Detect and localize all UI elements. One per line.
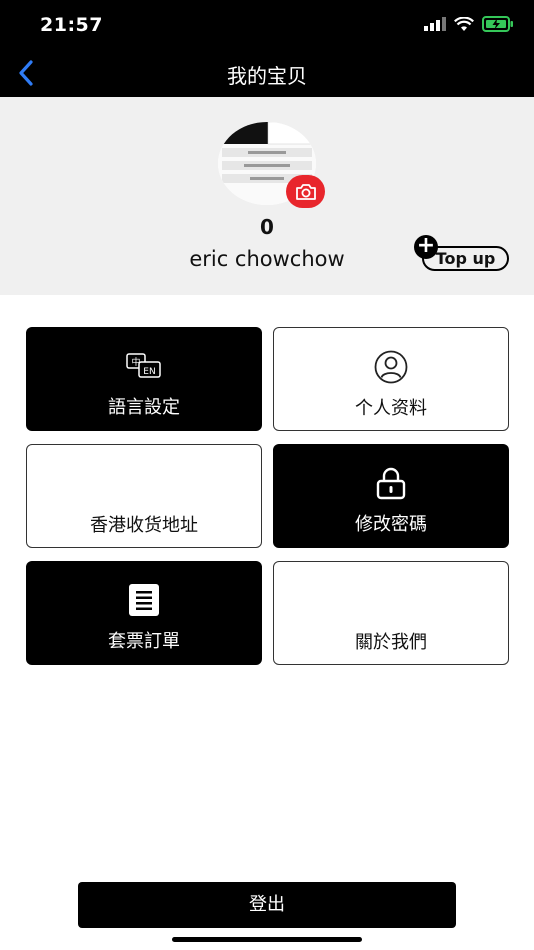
profile-header: 0 eric chowchow Top up +: [0, 97, 534, 295]
top-bar: 21:57 我的宝贝: [0, 0, 534, 97]
home-indicator: [172, 937, 362, 942]
tile-label: 關於我們: [355, 632, 427, 653]
change-avatar-button[interactable]: [286, 175, 325, 208]
language-icon: 中 EN: [26, 349, 262, 383]
svg-text:EN: EN: [143, 367, 155, 377]
page-title: 我的宝贝: [227, 64, 307, 88]
wifi-icon: [454, 16, 474, 31]
battery-icon: [482, 16, 513, 32]
svg-text:中: 中: [131, 356, 140, 368]
tile-change-password[interactable]: 修改密碼: [273, 444, 509, 548]
tile-about-us[interactable]: 關於我們: [273, 561, 509, 665]
tile-hk-address[interactable]: 香港收货地址: [26, 444, 262, 548]
order-list-icon: [26, 583, 262, 617]
tile-language-settings[interactable]: 中 EN 語言設定: [26, 327, 262, 431]
tile-label: 語言設定: [108, 397, 180, 418]
status-icons: [424, 16, 514, 32]
tile-label: 香港收货地址: [90, 515, 198, 536]
signal-icon: [424, 17, 446, 31]
tile-label: 修改密碼: [355, 514, 427, 535]
tile-label: 个人资料: [355, 398, 427, 419]
tile-profile[interactable]: 个人资料: [273, 327, 509, 431]
status-time: 21:57: [40, 14, 103, 36]
top-up-button[interactable]: Top up +: [414, 235, 512, 275]
profile-icon: [274, 350, 508, 384]
tile-label: 套票訂單: [108, 631, 180, 652]
plus-icon: +: [414, 235, 438, 259]
lock-icon: [273, 466, 509, 500]
camera-icon: [295, 183, 316, 200]
logout-button[interactable]: 登出: [78, 882, 456, 928]
tile-ticket-orders[interactable]: 套票訂單: [26, 561, 262, 665]
